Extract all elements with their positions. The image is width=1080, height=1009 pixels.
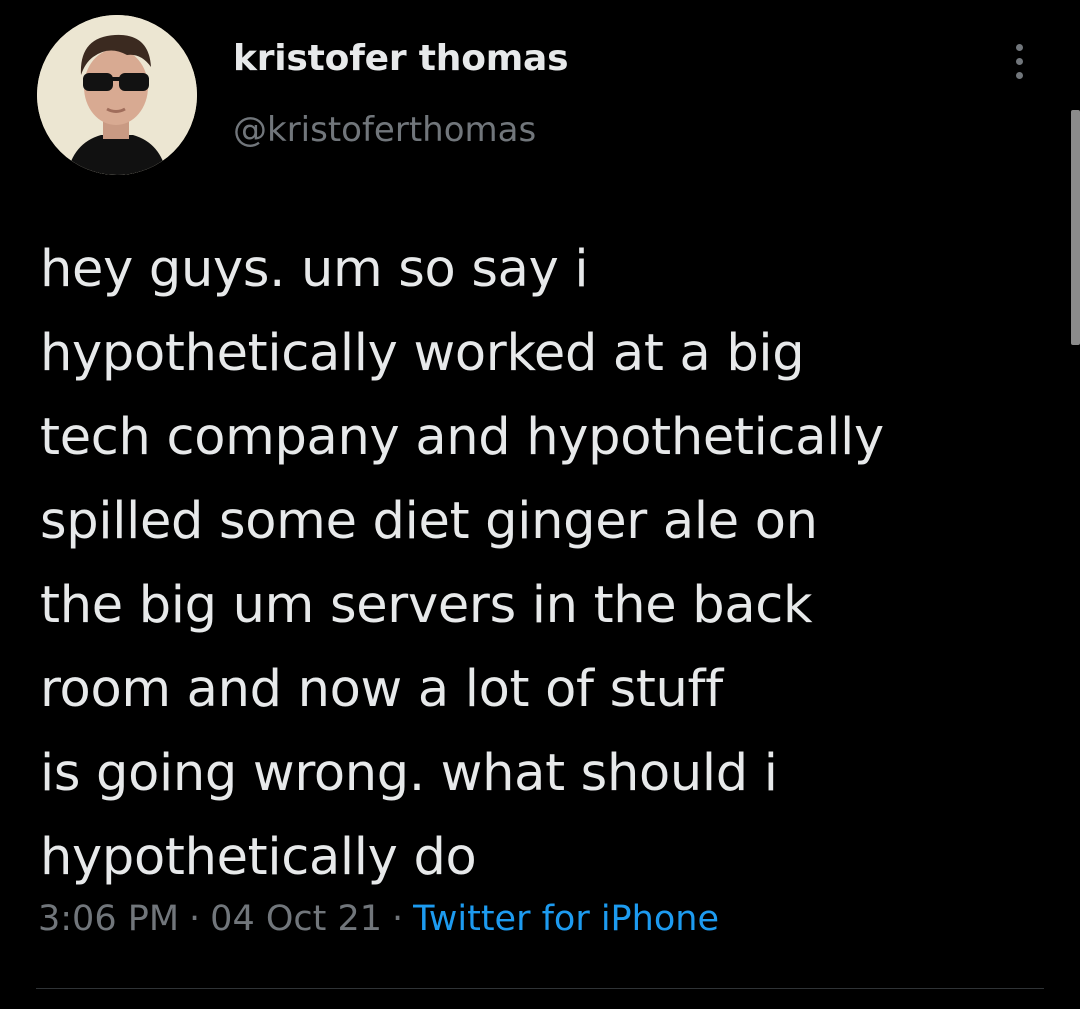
tweet-source-link[interactable]: Twitter for iPhone	[413, 899, 719, 939]
author-display-name[interactable]: kristofer thomas	[233, 38, 569, 79]
meta-separator: ·	[189, 899, 201, 939]
meta-separator: ·	[392, 899, 404, 939]
more-dot	[1016, 58, 1023, 65]
tweet: kristofer thomas @kristoferthomas hey gu…	[0, 0, 1080, 1009]
profile-photo-icon	[37, 15, 197, 175]
tweet-text: hey guys. um so say i hypothetically wor…	[40, 240, 884, 887]
tweet-metadata: 3:06 PM · 04 Oct 21 · Twitter for iPhone	[38, 899, 719, 939]
more-dot	[1016, 72, 1023, 79]
scrollbar-thumb[interactable]	[1071, 110, 1080, 345]
avatar[interactable]	[37, 15, 197, 175]
more-options-icon[interactable]	[1004, 40, 1034, 84]
author-handle[interactable]: @kristoferthomas	[233, 110, 536, 150]
tweet-time[interactable]: 3:06 PM	[38, 899, 179, 939]
divider	[36, 988, 1044, 989]
more-dot	[1016, 44, 1023, 51]
tweet-date[interactable]: 04 Oct 21	[210, 899, 382, 939]
